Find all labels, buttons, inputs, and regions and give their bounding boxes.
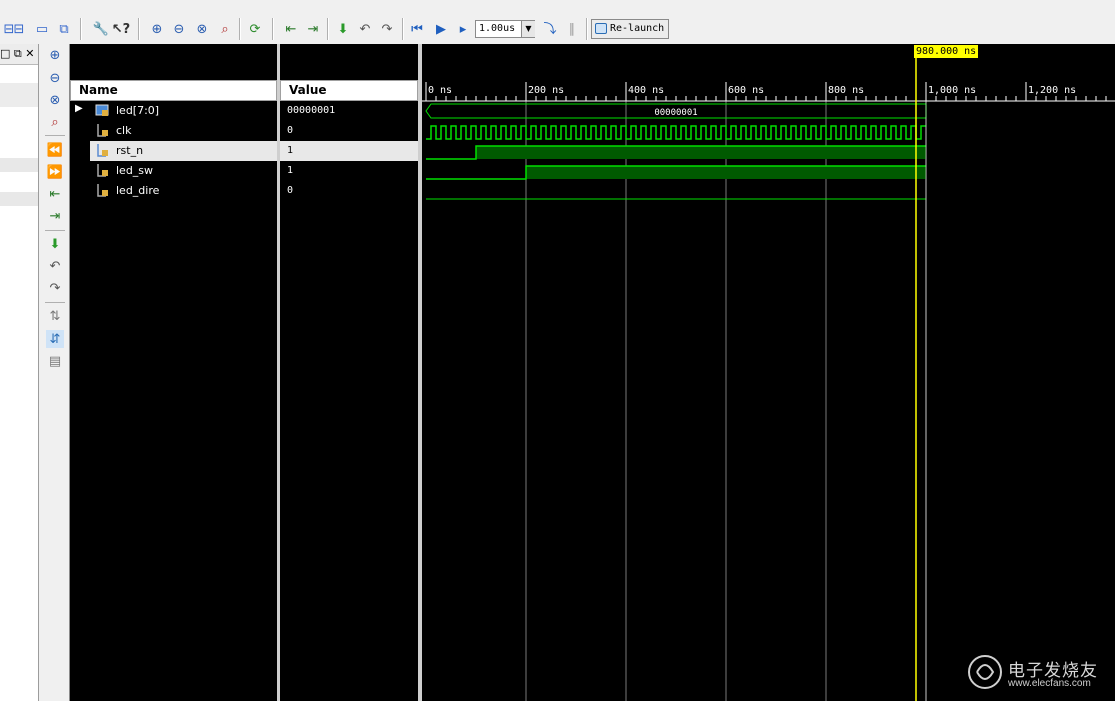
cursor-time-label: 980.000 ns bbox=[914, 45, 979, 58]
go-to-end-icon[interactable]: ⏩ bbox=[46, 163, 64, 181]
signal-name: clk bbox=[116, 124, 132, 137]
zoom-to-cursor-icon[interactable]: ⌕ bbox=[46, 113, 64, 131]
context-help-icon[interactable]: ↖? bbox=[112, 20, 130, 38]
signal-value: 1 bbox=[287, 145, 294, 156]
next-transition-icon[interactable]: ↷ bbox=[46, 279, 64, 297]
bit-signal-icon bbox=[97, 164, 108, 177]
floating-ruler-icon[interactable]: ▤ bbox=[46, 352, 64, 370]
zoom-to-cursor-icon[interactable]: ⌕ bbox=[216, 20, 234, 38]
ruler-tick-label: 1,200 ns bbox=[1028, 85, 1076, 96]
main-toolbar: ⊟ ⊟ ▭ ⧉ 🔧 ↖? ⊕ ⊖ ⊗ ⌕ ⟳ ⇤ ⇥ ⬇ ↶ ↷ ⏮ ▶ ▸ 1… bbox=[0, 0, 1115, 45]
signal-value: 00000001 bbox=[287, 105, 336, 116]
zoom-out-icon[interactable]: ⊖ bbox=[170, 20, 188, 38]
zoom-fit-icon[interactable]: ⊗ bbox=[193, 20, 211, 38]
step-over-icon[interactable]: ⤵ bbox=[541, 20, 559, 38]
add-marker-icon[interactable]: ⬇ bbox=[46, 235, 64, 253]
bus-signal-icon bbox=[95, 104, 109, 116]
restart-icon[interactable]: ⏮ bbox=[408, 20, 426, 38]
step-icon[interactable]: ⬇ bbox=[334, 20, 352, 38]
list-item[interactable] bbox=[0, 158, 38, 172]
waveform-pane[interactable]: 0 ns 200 ns 400 ns 600 ns 800 ns 1,000 ns 1,20… bbox=[422, 44, 1115, 701]
chevron-down-icon[interactable]: ▼ bbox=[521, 21, 535, 37]
name-column-header[interactable]: Name bbox=[70, 80, 277, 101]
selected-row-highlight bbox=[280, 141, 418, 161]
break-icon[interactable]: ∥ bbox=[563, 20, 581, 38]
bit-signal-icon bbox=[97, 124, 108, 137]
run-for-time-icon[interactable]: ▸ bbox=[454, 20, 472, 38]
watermark-url: www.elecfans.com bbox=[1008, 678, 1091, 689]
next-marker-icon[interactable]: ⇥ bbox=[46, 207, 64, 225]
signal-value: 0 bbox=[287, 185, 294, 196]
value-column-header[interactable]: Value bbox=[280, 80, 418, 101]
next-transition-icon[interactable]: ↷ bbox=[378, 20, 396, 38]
signal-name: led_sw bbox=[116, 164, 154, 177]
wrench-icon[interactable]: 🔧 bbox=[92, 20, 110, 38]
previous-transition-icon[interactable]: ↶ bbox=[356, 20, 374, 38]
signal-value: 1 bbox=[287, 165, 294, 176]
toolbar-separator bbox=[239, 18, 241, 40]
toolbar-separator bbox=[138, 18, 140, 40]
split-horizontal-icon[interactable]: ⊟ bbox=[10, 20, 28, 38]
swap-cursors-icon[interactable]: ⇅ bbox=[46, 307, 64, 325]
ruler-tick-label: 0 ns bbox=[428, 85, 452, 96]
signal-name: rst_n bbox=[116, 144, 144, 157]
clk-waveform bbox=[426, 125, 926, 140]
objects-panel bbox=[0, 44, 39, 701]
refresh-icon[interactable]: ⟳ bbox=[246, 20, 264, 38]
toolbar-separator bbox=[327, 18, 329, 40]
run-all-icon[interactable]: ▶ bbox=[432, 20, 450, 38]
go-to-time-zero-icon[interactable]: ⇤ bbox=[282, 20, 300, 38]
elecfans-logo-icon bbox=[968, 655, 1002, 689]
signal-value: 0 bbox=[287, 125, 294, 136]
zoom-out-icon[interactable]: ⊖ bbox=[46, 69, 64, 87]
list-item[interactable] bbox=[0, 192, 38, 206]
snap-to-transition-icon[interactable]: ⇵ bbox=[46, 330, 64, 348]
ruler-tick-label: 800 ns bbox=[828, 85, 864, 96]
previous-marker-icon[interactable]: ⇤ bbox=[46, 185, 64, 203]
restore-window-icon[interactable]: ⧉ bbox=[55, 20, 73, 38]
ruler-tick-label: 400 ns bbox=[628, 85, 664, 96]
expand-triangle-icon[interactable]: ▶ bbox=[75, 103, 83, 114]
waveform-canvas[interactable]: 0 ns 200 ns 400 ns 600 ns 800 ns 1,000 ns 1,20… bbox=[422, 44, 1115, 701]
panel-toolbar-row bbox=[0, 83, 38, 107]
ruler-tick-label: 600 ns bbox=[728, 85, 764, 96]
bus-value-label: 00000001 bbox=[654, 108, 697, 118]
zoom-in-icon[interactable]: ⊕ bbox=[148, 20, 166, 38]
bit-signal-icon bbox=[97, 184, 108, 197]
led-sw-high-fill bbox=[526, 166, 926, 179]
signal-name: led_dire bbox=[116, 184, 160, 197]
zoom-in-icon[interactable]: ⊕ bbox=[46, 46, 64, 64]
toolbar-separator bbox=[45, 135, 65, 136]
previous-transition-icon[interactable]: ↶ bbox=[46, 257, 64, 275]
go-to-start-icon[interactable]: ⏪ bbox=[46, 141, 64, 159]
ruler-tick-label: 1,000 ns bbox=[928, 85, 976, 96]
toolbar-separator bbox=[586, 18, 588, 40]
toolbar-separator bbox=[45, 230, 65, 231]
panel-header-controls[interactable]: □ ⧉ ✕ bbox=[0, 44, 38, 65]
bit-signal-icon bbox=[97, 144, 108, 157]
ruler-tick-label: 200 ns bbox=[528, 85, 564, 96]
toolbar-separator bbox=[80, 18, 82, 40]
go-to-last-time-icon[interactable]: ⇥ bbox=[304, 20, 322, 38]
rst-n-high-fill bbox=[476, 146, 926, 159]
relaunch-icon bbox=[595, 23, 607, 34]
toolbar-separator bbox=[402, 18, 404, 40]
toolbar-separator bbox=[272, 18, 274, 40]
float-window-icon[interactable]: ▭ bbox=[33, 20, 51, 38]
zoom-fit-icon[interactable]: ⊗ bbox=[46, 91, 64, 109]
toolbar-separator bbox=[45, 302, 65, 303]
signal-name: led[7:0] bbox=[116, 104, 160, 117]
